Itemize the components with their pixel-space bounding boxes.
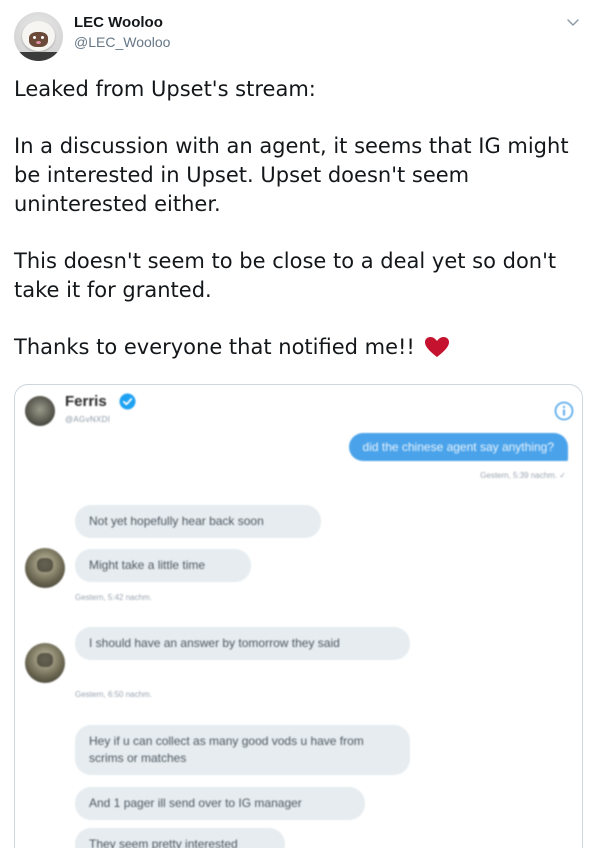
sheep-face	[29, 32, 48, 47]
tweet-paragraph: Thanks to everyone that notified me!!	[14, 333, 586, 362]
sheep-nose	[36, 41, 41, 44]
dm-contact-name: Ferris	[65, 393, 107, 410]
sheep-eye	[33, 36, 36, 39]
dm-message-incoming: I should have an answer by tomorrow they…	[75, 627, 410, 660]
dm-sender-avatar	[25, 643, 65, 683]
author-avatar[interactable]	[14, 12, 63, 61]
tweet-paragraph: In a discussion with an agent, it seems …	[14, 134, 569, 216]
dm-header: Ferris @AGvNXDI	[15, 385, 582, 431]
sheep-eye	[41, 36, 44, 39]
dm-timestamp: Gestern, 5:39 nachm. ✓	[480, 471, 566, 480]
red-heart-icon	[424, 337, 449, 357]
dm-message-incoming: Not yet hopefully hear back soon	[75, 505, 321, 538]
dm-message-incoming: And 1 pager ill send over to IG manager	[75, 787, 365, 820]
dm-timestamp: Gestern, 6:50 nachm.	[75, 690, 152, 699]
tweet-paragraph: Leaked from Upset's stream:	[14, 77, 316, 101]
avatar-ground	[14, 52, 63, 61]
dm-avatar	[25, 396, 55, 426]
tweet-text: Leaked from Upset's stream: In a discuss…	[14, 75, 586, 362]
tweet-paragraph: This doesn't seem to be close to a deal …	[14, 249, 557, 302]
dm-contact-handle: @AGvNXDI	[65, 415, 111, 424]
tweet-media-image[interactable]: Ferris @AGvNXDI did the chinese agent sa…	[14, 384, 583, 848]
author-display-name[interactable]: LEC Wooloo	[74, 14, 163, 31]
author-handle[interactable]: @LEC_Wooloo	[74, 34, 170, 50]
verified-badge-icon	[119, 393, 136, 410]
dm-message-incoming: Hey if u can collect as many good vods u…	[75, 725, 410, 775]
dm-message-outgoing: did the chinese agent say anything?	[348, 433, 568, 461]
dm-sender-avatar	[25, 548, 65, 588]
chevron-down-icon[interactable]	[565, 14, 581, 30]
tweet-paragraph-text: Thanks to everyone that notified me!!	[14, 335, 415, 359]
info-icon	[554, 401, 574, 421]
dm-timestamp: Gestern, 5:42 nachm.	[75, 593, 152, 602]
dm-message-incoming: Might take a little time	[75, 549, 251, 582]
dm-message-incoming: They seem pretty interested	[75, 828, 285, 848]
